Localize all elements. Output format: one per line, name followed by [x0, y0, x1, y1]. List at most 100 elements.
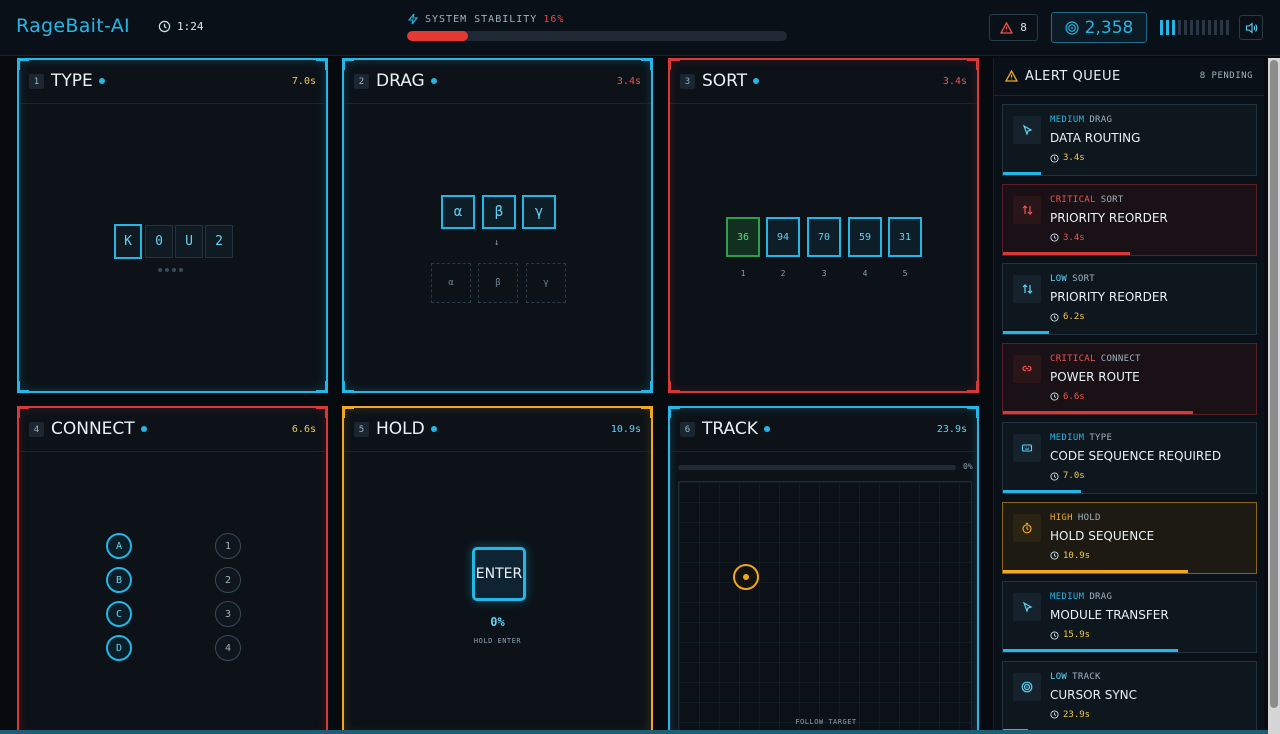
- alert-item[interactable]: CRITICAL CONNECT POWER ROUTE 6.6s: [1002, 342, 1257, 415]
- clock-icon: [1050, 392, 1059, 401]
- connect-node-4[interactable]: 4: [215, 635, 241, 661]
- sort-index-1: 1: [740, 269, 746, 278]
- down-arrow-icon: ↓: [494, 238, 500, 248]
- track-area[interactable]: FOLLOW TARGET: [678, 481, 972, 733]
- panel-timer: 23.9s: [936, 424, 967, 435]
- panel-type[interactable]: 1 TYPE 7.0s K 0 U 2: [17, 58, 328, 393]
- alert-meta: CRITICAL CONNECT: [1050, 354, 1141, 364]
- alert-type-icon: [1013, 593, 1041, 621]
- code-char-1[interactable]: K: [114, 224, 142, 259]
- connect-node-c[interactable]: C: [106, 601, 132, 627]
- alert-category: HOLD: [1077, 512, 1101, 523]
- panel-title: TYPE: [51, 71, 105, 91]
- alert-item[interactable]: LOW SORT PRIORITY REORDER 6.2s: [1002, 263, 1257, 335]
- level-meter: [1160, 20, 1229, 35]
- alert-item[interactable]: MEDIUM DRAG MODULE TRANSFER 15.9s: [1002, 581, 1257, 653]
- panel-connect[interactable]: 4 CONNECT 6.6s A B C D 1 2 3 4: [17, 406, 328, 734]
- warning-icon: [1005, 70, 1018, 82]
- panel-number: 6: [680, 422, 695, 437]
- track-target[interactable]: [733, 564, 759, 590]
- track-hint: FOLLOW TARGET: [795, 718, 857, 726]
- alert-count-badge[interactable]: 8: [989, 14, 1038, 41]
- alert-time: 15.9s: [1050, 630, 1090, 640]
- code-char-3[interactable]: U: [175, 225, 203, 258]
- connect-node-a[interactable]: A: [106, 533, 132, 559]
- alert-type-icon: [1013, 434, 1041, 462]
- alert-severity: MEDIUM: [1050, 115, 1085, 125]
- sort-index-4: 4: [862, 269, 868, 278]
- sort-value-3[interactable]: 70: [807, 217, 841, 257]
- sort-value-2[interactable]: 94: [766, 217, 800, 257]
- alert-time: 3.4s: [1050, 153, 1085, 163]
- bottom-accent-line: [0, 730, 1268, 734]
- alert-type-icon: [1013, 116, 1041, 144]
- status-dot: [430, 426, 437, 432]
- drop-slot-beta[interactable]: β: [478, 263, 518, 303]
- drag-item-alpha[interactable]: α: [441, 195, 475, 229]
- panel-track[interactable]: 6 TRACK 23.9s 0% FOLLOW TARGET: [668, 406, 979, 734]
- input-progress-dots: [158, 268, 183, 272]
- panel-title: SORT: [702, 71, 760, 91]
- alert-item[interactable]: MEDIUM DRAG DATA ROUTING 3.4s: [1002, 104, 1257, 176]
- alert-meta: MEDIUM DRAG: [1050, 592, 1112, 602]
- sound-toggle-button[interactable]: [1239, 15, 1263, 40]
- panel-drag[interactable]: 2 DRAG 3.4s α β γ ↓ α β γ: [342, 58, 653, 393]
- drop-slot-alpha[interactable]: α: [431, 263, 471, 303]
- level-segment: [1178, 20, 1181, 35]
- keyboard-icon: [1021, 444, 1033, 452]
- alert-item[interactable]: CRITICAL SORT PRIORITY REORDER 3.4s: [1002, 183, 1257, 256]
- sort-index-2: 2: [780, 269, 786, 278]
- connect-node-1[interactable]: 1: [215, 533, 241, 559]
- panel-title: HOLD: [376, 419, 437, 439]
- drag-item-gamma[interactable]: γ: [522, 195, 556, 229]
- app-logo: RageBait-AI: [16, 15, 130, 37]
- level-segment: [1226, 20, 1229, 35]
- cursor-icon: [1022, 124, 1033, 136]
- scrollbar[interactable]: [1268, 58, 1280, 734]
- sort-value-4[interactable]: 59: [848, 217, 882, 257]
- panel-hold[interactable]: 5 HOLD 10.9s ENTER 0% HOLD ENTER: [342, 406, 653, 734]
- track-progress-value: 0%: [963, 462, 973, 471]
- target-center-dot: [743, 574, 749, 580]
- code-char-2[interactable]: 0: [145, 225, 173, 258]
- code-char-4[interactable]: 2: [205, 225, 233, 258]
- scrollbar-thumb[interactable]: [1270, 60, 1278, 708]
- alert-progress-bar: [1003, 490, 1082, 493]
- alert-meta: MEDIUM DRAG: [1050, 115, 1112, 125]
- connect-node-b[interactable]: B: [106, 567, 132, 593]
- alert-queue: ALERT QUEUE 8 PENDING MEDIUM DRAG DATA ROU…: [993, 58, 1264, 734]
- connect-node-3[interactable]: 3: [215, 601, 241, 627]
- alert-name: CODE SEQUENCE REQUIRED: [1050, 449, 1222, 463]
- hold-progress: 0%: [490, 615, 505, 629]
- alert-item[interactable]: LOW TRACK CURSOR SYNC 23.9s: [1002, 660, 1257, 733]
- drag-item-beta[interactable]: β: [482, 195, 516, 229]
- panel-title: CONNECT: [51, 419, 147, 439]
- cursor-icon: [1022, 601, 1033, 613]
- drop-slot-gamma[interactable]: γ: [526, 263, 566, 303]
- alert-time: 6.2s: [1050, 312, 1085, 322]
- panel-timer: 7.0s: [291, 76, 316, 87]
- alert-type-icon: [1013, 672, 1041, 701]
- sort-value-5[interactable]: 31: [888, 217, 922, 257]
- alert-category: DRAG: [1089, 115, 1113, 125]
- level-segment: [1160, 20, 1163, 35]
- status-dot: [98, 78, 105, 84]
- clock-icon: [1050, 233, 1059, 242]
- sort-value-1[interactable]: 36: [726, 217, 760, 257]
- hold-enter-button[interactable]: ENTER: [472, 547, 526, 601]
- timer-value: 1:24: [177, 20, 204, 33]
- track-progress-bar: [678, 465, 956, 470]
- connect-node-2[interactable]: 2: [215, 567, 241, 593]
- status-dot: [763, 426, 770, 432]
- connect-node-d[interactable]: D: [106, 635, 132, 661]
- alert-item[interactable]: MEDIUM TYPE CODE SEQUENCE REQUIRED 7.0s: [1002, 422, 1257, 494]
- speaker-icon: [1245, 21, 1257, 34]
- panel-sort[interactable]: 3 SORT 3.4s 36 94 70 59 31 1 2 3 4 5: [668, 58, 979, 393]
- alert-meta: LOW TRACK: [1050, 672, 1101, 682]
- panel-title: DRAG: [376, 71, 437, 91]
- queue-pending-count: 8 PENDING: [1199, 71, 1253, 81]
- alert-item[interactable]: HIGH HOLD HOLD SEQUENCE 10.9s: [1002, 501, 1257, 574]
- session-timer: 1:24: [158, 20, 204, 33]
- level-segment: [1220, 20, 1223, 35]
- link-icon: [1022, 365, 1032, 371]
